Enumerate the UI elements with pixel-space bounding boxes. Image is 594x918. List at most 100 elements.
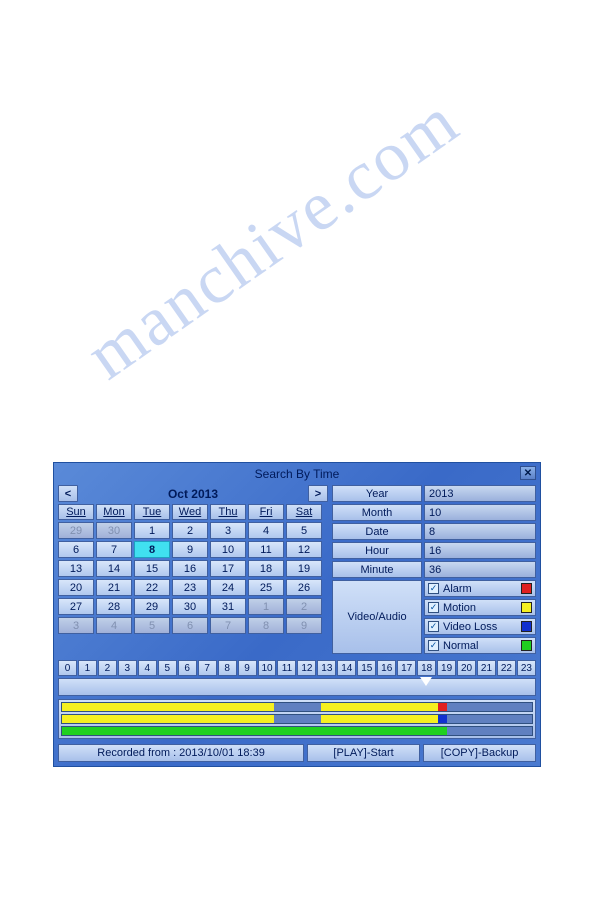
hour-button[interactable]: 19 [437,660,456,676]
status-text: Recorded from : 2013/10/01 18:39 [58,744,304,762]
checkbox[interactable]: ✓ [428,640,439,651]
calendar-day[interactable]: 31 [210,598,246,615]
recording-track [61,702,533,712]
hour-button[interactable]: 8 [218,660,237,676]
calendar-day[interactable]: 7 [96,541,132,558]
calendar-day[interactable]: 6 [58,541,94,558]
hour-button[interactable]: 11 [277,660,296,676]
hour-button[interactable]: 6 [178,660,197,676]
calendar-day[interactable]: 26 [286,579,322,596]
color-swatch [521,640,532,651]
calendar-day[interactable]: 23 [172,579,208,596]
hour-button[interactable]: 12 [297,660,316,676]
search-by-time-dialog: Search By Time ✕ < Oct 2013 > SunMonTueW… [53,462,541,767]
hour-button[interactable]: 3 [118,660,137,676]
calendar-day[interactable]: 17 [210,560,246,577]
dialog-title: Search By Time [255,467,340,481]
calendar-day[interactable]: 11 [248,541,284,558]
track-segment [62,715,274,723]
hour-button[interactable]: 16 [377,660,396,676]
calendar-day[interactable]: 28 [96,598,132,615]
calendar-day[interactable]: 1 [248,598,284,615]
calendar-day[interactable]: 5 [286,522,322,539]
copy-button[interactable]: [COPY]-Backup [423,744,536,762]
prev-month-button[interactable]: < [58,485,78,502]
calendar-day[interactable]: 22 [134,579,170,596]
hour-button[interactable]: 20 [457,660,476,676]
calendar-day[interactable]: 3 [210,522,246,539]
hour-label: Hour [332,542,422,559]
calendar-day[interactable]: 20 [58,579,94,596]
hour-button[interactable]: 13 [317,660,336,676]
calendar-day[interactable]: 27 [58,598,94,615]
calendar-panel: < Oct 2013 > SunMonTueWedThuFriSat 29301… [58,485,328,656]
watermark-text: manchive.com [72,44,527,396]
hour-button[interactable]: 2 [98,660,117,676]
calendar-day[interactable]: 25 [248,579,284,596]
calendar-day[interactable]: 2 [172,522,208,539]
calendar-day[interactable]: 8 [134,541,170,558]
calendar-day[interactable]: 24 [210,579,246,596]
calendar-day[interactable]: 5 [134,617,170,634]
day-header: Fri [248,504,284,520]
calendar-day[interactable]: 6 [172,617,208,634]
day-header: Mon [96,504,132,520]
calendar-day[interactable]: 1 [134,522,170,539]
calendar-day[interactable]: 10 [210,541,246,558]
hour-value[interactable]: 16 [424,542,536,559]
timeline-marker-icon[interactable] [420,677,432,686]
calendar-day[interactable]: 19 [286,560,322,577]
calendar-day[interactable]: 4 [96,617,132,634]
calendar-day[interactable]: 30 [96,522,132,539]
calendar-day[interactable]: 12 [286,541,322,558]
hour-button[interactable]: 4 [138,660,157,676]
calendar-day[interactable]: 2 [286,598,322,615]
date-value[interactable]: 8 [424,523,536,540]
hour-button[interactable]: 0 [58,660,77,676]
calendar-day[interactable]: 29 [58,522,94,539]
close-button[interactable]: ✕ [520,466,536,480]
checkbox[interactable]: ✓ [428,602,439,613]
next-month-button[interactable]: > [308,485,328,502]
play-button[interactable]: [PLAY]-Start [307,744,420,762]
minute-value[interactable]: 36 [424,561,536,578]
calendar-day[interactable]: 30 [172,598,208,615]
hour-button[interactable]: 10 [258,660,277,676]
day-header: Sun [58,504,94,520]
hour-button[interactable]: 17 [397,660,416,676]
calendar-day[interactable]: 16 [172,560,208,577]
color-swatch [521,602,532,613]
calendar-day[interactable]: 29 [134,598,170,615]
track-segment [62,703,274,711]
calendar-day[interactable]: 8 [248,617,284,634]
hour-button[interactable]: 1 [78,660,97,676]
calendar-day[interactable]: 18 [248,560,284,577]
hour-button[interactable]: 14 [337,660,356,676]
calendar-day[interactable]: 13 [58,560,94,577]
calendar-day[interactable]: 7 [210,617,246,634]
hour-button[interactable]: 5 [158,660,177,676]
hour-button[interactable]: 22 [497,660,516,676]
title-bar: Search By Time ✕ [56,465,538,483]
hour-button[interactable]: 21 [477,660,496,676]
calendar-day[interactable]: 3 [58,617,94,634]
calendar-day[interactable]: 9 [286,617,322,634]
checkbox[interactable]: ✓ [428,583,439,594]
calendar-day[interactable]: 14 [96,560,132,577]
legend-label: Motion [443,602,476,614]
calendar-day[interactable]: 4 [248,522,284,539]
month-value[interactable]: 10 [424,504,536,521]
timeline-scrubber[interactable] [58,678,536,696]
hour-button[interactable]: 15 [357,660,376,676]
month-year-label: Oct 2013 [80,485,306,502]
calendar-day[interactable]: 21 [96,579,132,596]
hour-button[interactable]: 23 [517,660,536,676]
calendar-day[interactable]: 9 [172,541,208,558]
track-segment [321,703,439,711]
hour-button[interactable]: 9 [238,660,257,676]
checkbox[interactable]: ✓ [428,621,439,632]
hour-button[interactable]: 18 [417,660,436,676]
hour-button[interactable]: 7 [198,660,217,676]
calendar-day[interactable]: 15 [134,560,170,577]
year-value[interactable]: 2013 [424,485,536,502]
